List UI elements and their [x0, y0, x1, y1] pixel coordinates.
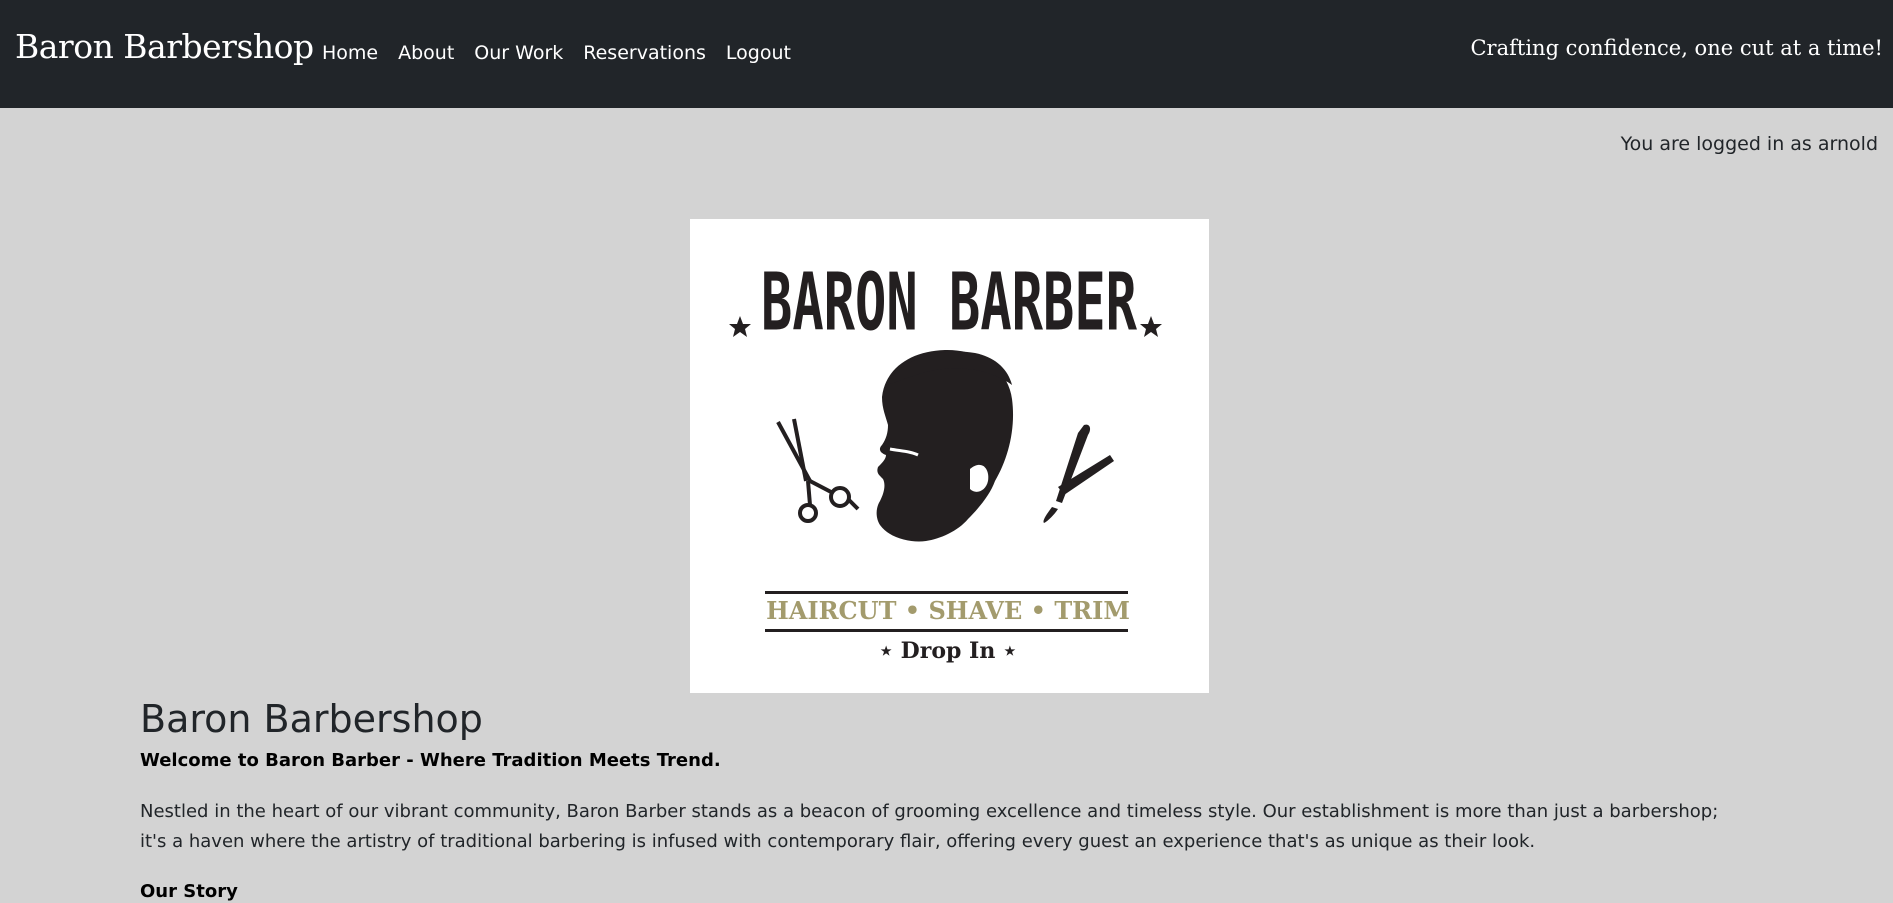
navbar-tagline: Crafting confidence, one cut at a time! [1470, 36, 1883, 60]
logged-in-status: You are logged in as arnold [1620, 133, 1878, 155]
logo-drop-in: ⋆ Drop In ⋆ [879, 638, 1017, 664]
welcome-text: Welcome to Baron Barber - Where Traditio… [140, 750, 721, 771]
nav-link-about[interactable]: About [398, 42, 454, 64]
logo-services: HAIRCUT • SHAVE • TRIM [766, 596, 1130, 625]
nav-link-home[interactable]: Home [322, 42, 378, 64]
story-heading: Our Story [140, 881, 238, 902]
top-navbar: Baron Barbershop Home About Our Work Res… [0, 0, 1893, 108]
nav-links: Home About Our Work Reservations Logout [322, 42, 811, 64]
nav-link-our-work[interactable]: Our Work [474, 42, 563, 64]
star-icon [1140, 316, 1162, 337]
main-content: Baron Barbershop Welcome to Baron Barber… [140, 694, 1740, 902]
navbar-brand[interactable]: Baron Barbershop [15, 27, 314, 66]
barber-head-icon [876, 349, 1014, 542]
nav-link-logout[interactable]: Logout [726, 42, 791, 64]
logo-title: BARON BARBER [761, 257, 1137, 349]
barbershop-logo: BARON BARBER HAIRCUT • SHAVE • TRIM ⋆ Dr… [690, 219, 1209, 693]
scissors-icon [776, 418, 860, 523]
intro-paragraph: Nestled in the heart of our vibrant comm… [140, 801, 1719, 852]
razor-icon [1043, 424, 1114, 523]
nav-link-reservations[interactable]: Reservations [583, 42, 706, 64]
star-icon [729, 316, 751, 337]
page-title: Baron Barbershop [140, 697, 483, 741]
